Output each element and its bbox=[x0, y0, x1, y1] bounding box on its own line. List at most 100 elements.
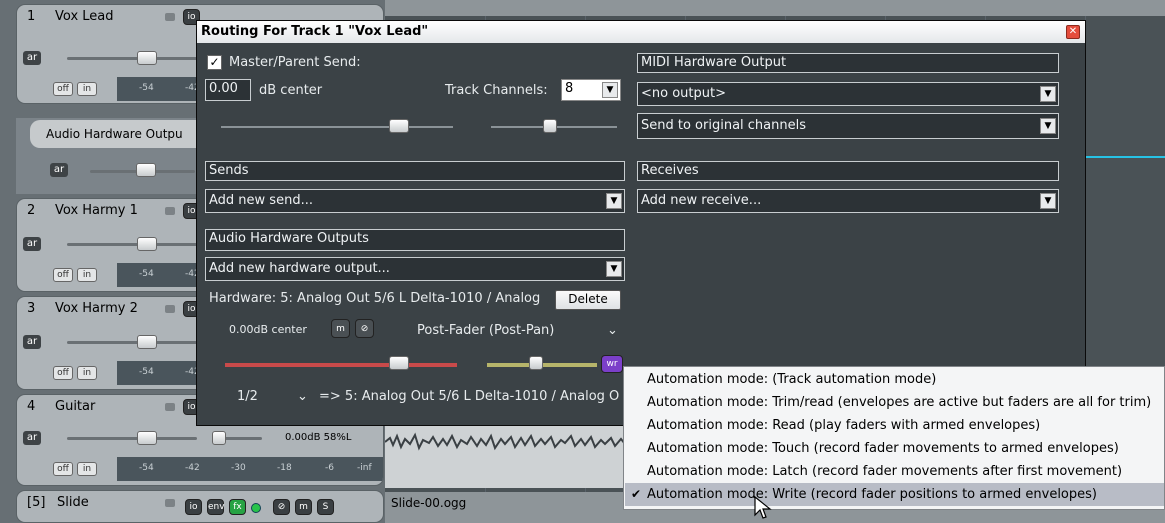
phase-button[interactable]: ⊘ bbox=[273, 499, 290, 515]
add-send-value: Add new send... bbox=[209, 193, 313, 208]
close-button[interactable]: ✕ bbox=[1066, 25, 1080, 39]
arm-button[interactable]: ar bbox=[23, 51, 41, 65]
lock-icon[interactable] bbox=[165, 207, 175, 215]
menu-item-write[interactable]: ✔ Automation mode: Write (record fader po… bbox=[625, 483, 1164, 506]
chevron-down-icon[interactable]: ▼ bbox=[1040, 86, 1056, 102]
lock-icon[interactable] bbox=[165, 499, 175, 507]
off-button[interactable]: off bbox=[53, 462, 73, 476]
fx-active-indicator bbox=[251, 503, 261, 513]
volume-slider-knob[interactable] bbox=[389, 119, 409, 133]
automation-mode-button[interactable]: wr bbox=[601, 355, 623, 373]
track-number: 3 bbox=[27, 301, 36, 316]
hardware-volume-knob[interactable] bbox=[389, 356, 409, 370]
hardware-volume-readout: 0.00dB center bbox=[229, 323, 307, 336]
midi-hardware-output-label: MIDI Hardware Output bbox=[637, 53, 1059, 73]
menu-item-latch[interactable]: Automation mode: Latch (record fader mov… bbox=[625, 460, 1164, 483]
volume-readout: 0.00dB 58%L bbox=[285, 432, 352, 443]
track-channels-value: 8 bbox=[565, 81, 574, 96]
automation-mode-menu: Automation mode: (Track automation mode)… bbox=[623, 366, 1165, 510]
input-button[interactable]: in bbox=[77, 462, 97, 476]
hardware-route-label: => 5: Analog Out 5/6 L Delta-1010 / Anal… bbox=[319, 389, 620, 404]
input-button[interactable]: in bbox=[77, 82, 97, 96]
volume-fader-knob[interactable] bbox=[137, 237, 157, 251]
volume-unit-label: dB center bbox=[259, 83, 323, 98]
track-name[interactable]: Slide bbox=[57, 495, 89, 510]
meter-tick: -54 bbox=[139, 83, 154, 93]
midi-output-select[interactable]: <no output> ▼ bbox=[637, 82, 1059, 106]
off-button[interactable]: off bbox=[53, 268, 73, 282]
arm-button[interactable]: ar bbox=[23, 237, 41, 251]
chevron-down-icon[interactable]: ▼ bbox=[606, 193, 622, 209]
phase-invert-button[interactable]: ⊘ bbox=[355, 319, 374, 338]
volume-fader[interactable] bbox=[67, 243, 197, 246]
volume-fader-knob[interactable] bbox=[137, 335, 157, 349]
midi-output-value: <no output> bbox=[641, 86, 726, 101]
pan-fader-knob[interactable] bbox=[212, 431, 226, 445]
hardware-pan-knob[interactable] bbox=[529, 356, 543, 370]
chevron-down-icon[interactable]: ▼ bbox=[1040, 118, 1056, 134]
chevron-down-icon[interactable]: ▼ bbox=[606, 261, 622, 277]
hardware-volume-slider[interactable] bbox=[225, 363, 457, 367]
track-5-header[interactable]: [5] Slide io env fx ⊘ m S bbox=[16, 490, 384, 523]
track-name[interactable]: Vox Lead bbox=[55, 9, 114, 24]
volume-slider[interactable] bbox=[221, 126, 453, 128]
track-name[interactable]: Guitar bbox=[55, 399, 95, 414]
fx-button[interactable]: fx bbox=[229, 499, 246, 515]
meter-tick: -54 bbox=[139, 367, 154, 377]
lock-icon[interactable] bbox=[165, 13, 175, 21]
midi-channels-select[interactable]: Send to original channels ▼ bbox=[637, 113, 1059, 139]
track-channels-select[interactable]: 8 ▼ bbox=[561, 79, 621, 101]
volume-input[interactable]: 0.00 bbox=[205, 79, 251, 101]
chevron-down-icon[interactable]: ⌄ bbox=[297, 389, 308, 404]
mute-button[interactable]: m bbox=[331, 319, 350, 338]
timeline-ruler[interactable] bbox=[385, 0, 1165, 16]
track-name[interactable]: Vox Harmy 1 bbox=[55, 203, 138, 218]
menu-item-trim-read[interactable]: Automation mode: Trim/read (envelopes ar… bbox=[625, 391, 1164, 414]
pan-slider-knob[interactable] bbox=[543, 119, 557, 133]
meter-tick: -inf bbox=[357, 463, 372, 473]
volume-fader[interactable] bbox=[67, 57, 197, 60]
send-mode-select[interactable]: Post-Fader (Post-Pan) bbox=[417, 323, 554, 338]
volume-fader-knob[interactable] bbox=[137, 431, 157, 445]
chevron-down-icon[interactable]: ▼ bbox=[602, 82, 618, 98]
dialog-title[interactable]: Routing For Track 1 "Vox Lead" bbox=[197, 21, 1085, 43]
add-receive-select[interactable]: Add new receive... ▼ bbox=[637, 189, 1059, 213]
input-button[interactable]: in bbox=[77, 268, 97, 282]
envelope-button[interactable]: env bbox=[207, 499, 225, 515]
delete-button[interactable]: Delete bbox=[555, 290, 621, 310]
io-button[interactable]: io bbox=[185, 499, 202, 515]
chevron-down-icon[interactable]: ⌄ bbox=[607, 323, 618, 338]
menu-item-touch[interactable]: Automation mode: Touch (record fader mov… bbox=[625, 437, 1164, 460]
hardware-output-fader-knob[interactable] bbox=[136, 163, 156, 177]
menu-item-track-automation-mode[interactable]: Automation mode: (Track automation mode) bbox=[625, 368, 1164, 391]
meter-tick: -54 bbox=[139, 269, 154, 279]
solo-button[interactable]: S bbox=[317, 499, 334, 515]
level-meter: -54 -42 -30 -18 -6 -inf bbox=[117, 457, 383, 481]
off-button[interactable]: off bbox=[53, 366, 73, 380]
input-button[interactable]: in bbox=[77, 366, 97, 380]
track-number: [5] bbox=[27, 495, 46, 510]
volume-fader[interactable] bbox=[67, 341, 197, 344]
meter-tick: -42 bbox=[185, 463, 200, 473]
add-hardware-output-select[interactable]: Add new hardware output... ▼ bbox=[205, 257, 625, 281]
off-button[interactable]: off bbox=[53, 82, 73, 96]
track-name[interactable]: Vox Harmy 2 bbox=[55, 301, 138, 316]
track-number: 1 bbox=[27, 9, 36, 24]
add-send-select[interactable]: Add new send... ▼ bbox=[205, 189, 625, 213]
volume-fader[interactable] bbox=[67, 437, 197, 440]
lock-icon[interactable] bbox=[165, 305, 175, 313]
volume-fader-knob[interactable] bbox=[137, 51, 157, 65]
arm-button[interactable]: ar bbox=[23, 431, 41, 445]
meter-tick: -18 bbox=[277, 463, 292, 473]
mute-button[interactable]: m bbox=[295, 499, 312, 515]
hardware-output-label[interactable]: Audio Hardware Outpu bbox=[30, 120, 198, 148]
arm-button[interactable]: ar bbox=[23, 335, 41, 349]
hardware-output-arm-button[interactable]: ar bbox=[50, 163, 68, 177]
lock-icon[interactable] bbox=[165, 403, 175, 411]
chevron-down-icon[interactable]: ▼ bbox=[1040, 193, 1056, 209]
master-send-checkbox[interactable]: ✓ bbox=[207, 55, 222, 70]
channel-select[interactable]: 1/2 bbox=[237, 389, 258, 404]
receives-label: Receives bbox=[637, 161, 1059, 181]
hardware-output-name: Hardware: 5: Analog Out 5/6 L Delta-1010… bbox=[209, 291, 541, 306]
menu-item-read[interactable]: Automation mode: Read (play faders with … bbox=[625, 414, 1164, 437]
